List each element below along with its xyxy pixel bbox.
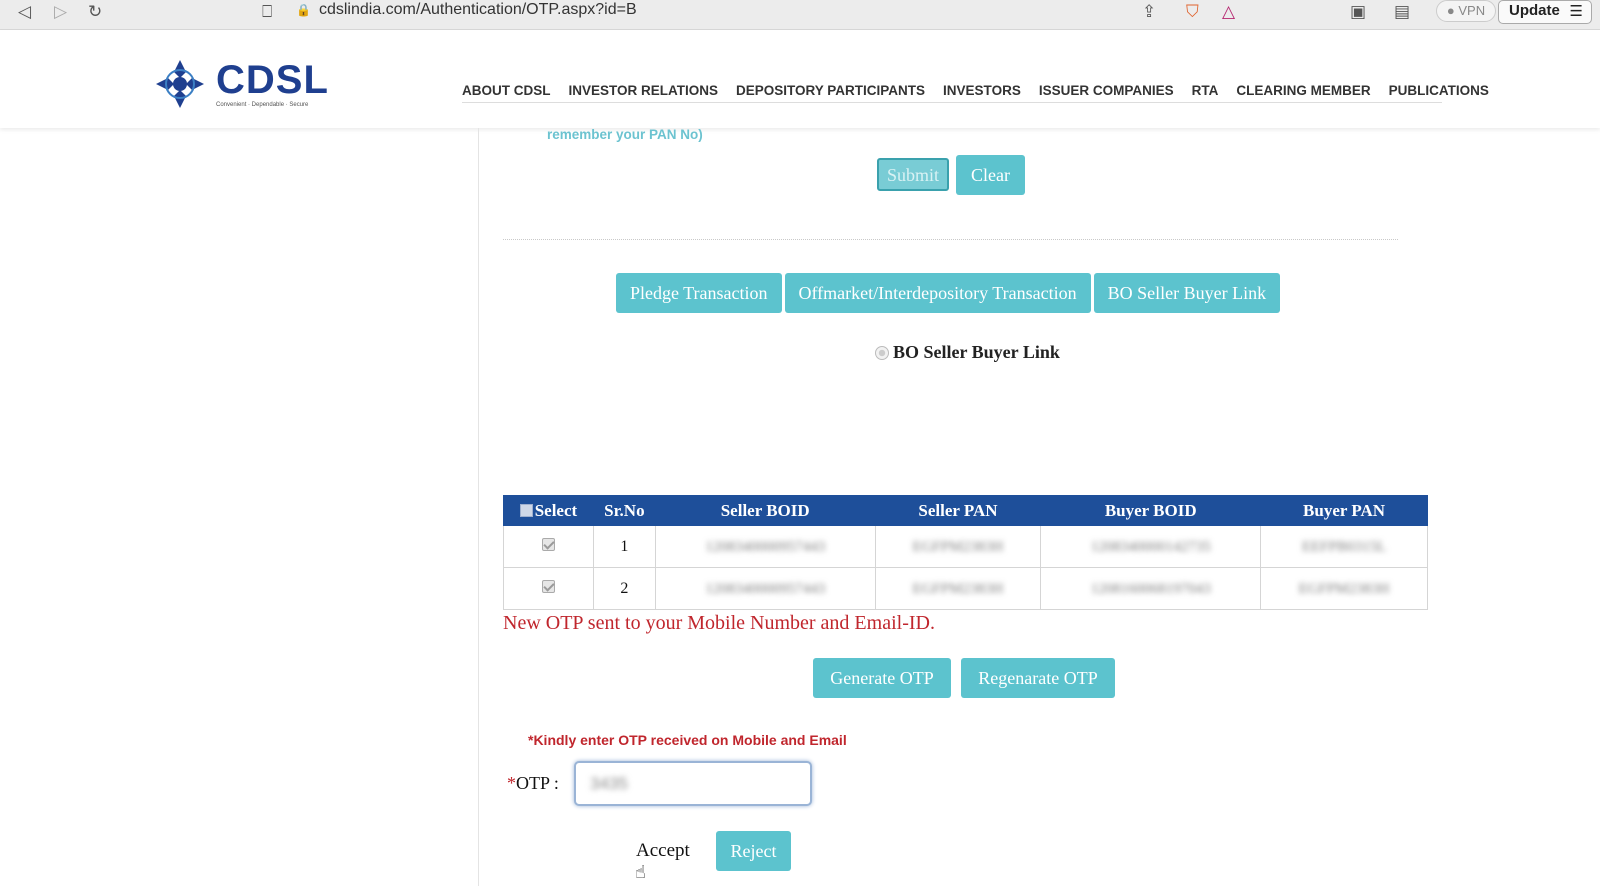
bookmark-icon[interactable]: ⎕ [262,2,272,22]
cdsl-emblem-icon [156,60,204,108]
header-srno: Sr.No [592,495,656,526]
main-nav: ABOUT CDSL INVESTOR RELATIONS DEPOSITORY… [462,30,1507,100]
nav-about-cdsl[interactable]: ABOUT CDSL [462,83,551,98]
seller-pan-value: EGFPM2383H [912,538,1004,555]
tab-offmarket-transaction[interactable]: Offmarket/Interdepository Transaction [784,273,1091,313]
row-seller-boid: 1208340000957443 [654,525,876,568]
bo-seller-buyer-radio[interactable] [875,345,889,360]
tab-pledge-transaction[interactable]: Pledge Transaction [616,273,782,313]
nav-clearing-member[interactable]: CLEARING MEMBER [1236,83,1370,98]
sidebar-icon[interactable]: ▣ [1350,2,1366,22]
submit-button[interactable]: Submit [877,158,949,191]
menu-icon[interactable]: ☰ [1570,1,1583,21]
otp-label-text: OTP : [516,773,559,793]
row-buyer-boid: 1208160068197043 [1040,567,1262,610]
vpn-label: VPN [1458,3,1486,18]
transactions-table: Select Sr.No Seller BOID Seller PAN Buye… [503,495,1428,610]
section-divider [503,239,1398,240]
nav-divider [462,102,1442,103]
table-row: 1 1208340000957443 EGFPM2383H 1208340000… [503,525,1428,568]
browser-toolbar: ◁ ▷ ↻ ⎕ 🔒 cdslindia.com/Authentication/OT… [0,0,1600,30]
row-buyer-pan: EGFPM2383H [1260,567,1428,610]
buyer-pan-value: EGFPM2383H [1298,580,1390,597]
header-seller-boid: Seller BOID [654,495,876,526]
logo-text: CDSL [216,58,329,102]
bo-seller-buyer-radio-row: BO Seller Buyer Link [875,342,1060,363]
vpn-button[interactable]: ● VPN [1436,0,1496,22]
row-seller-pan: EGFPM2383H [874,567,1042,610]
required-star: * [507,773,516,793]
url-text: cdslindia.com/Authentication/OTP.aspx?id… [318,1,637,18]
pan-note: remember your PAN No) [547,127,703,142]
row-buyer-pan: EEFPB0315L [1260,525,1428,568]
share-icon[interactable]: ⇪ [1142,2,1156,22]
reload-icon[interactable]: ↻ [88,2,102,22]
bo-seller-buyer-radio-label: BO Seller Buyer Link [893,342,1060,362]
nav-depository-participants[interactable]: DEPOSITORY PARTICIPANTS [736,83,925,98]
row-buyer-boid: 1208340000142735 [1040,525,1262,568]
buyer-pan-value: EEFPB0315L [1301,538,1387,555]
nav-issuer-companies[interactable]: ISSUER COMPANIES [1039,83,1174,98]
accept-button[interactable]: Accept [636,840,690,862]
table-row: 2 1208340000957443 EGFPM2383H 1208160068… [503,567,1428,610]
nav-rta[interactable]: RTA [1192,83,1219,98]
update-label: Update [1509,2,1560,19]
generate-otp-button[interactable]: Generate OTP [813,658,951,698]
row-select-cell [503,567,594,610]
buyer-boid-value: 1208340000142735 [1090,538,1211,555]
logo-tagline: Convenient · Dependable · Secure [216,102,309,108]
row-select-cell [503,525,594,568]
table-header-row: Select Sr.No Seller BOID Seller PAN Buye… [503,495,1428,526]
otp-label: *OTP : [507,773,559,794]
back-icon[interactable]: ◁ [18,2,31,22]
header-buyer-pan: Buyer PAN [1260,495,1428,526]
tab-bo-seller-buyer-link[interactable]: BO Seller Buyer Link [1093,273,1281,313]
buyer-boid-value: 1208160068197043 [1090,580,1211,597]
row-srno: 2 [592,567,656,610]
header-select: Select [503,495,594,526]
forward-icon[interactable]: ▷ [54,2,67,22]
otp-hint: *Kindly enter OTP received on Mobile and… [528,732,847,748]
row-checkbox[interactable] [541,579,555,593]
header-buyer-boid: Buyer BOID [1040,495,1262,526]
nav-investor-relations[interactable]: INVESTOR RELATIONS [569,83,719,98]
nav-publications[interactable]: PUBLICATIONS [1389,83,1489,98]
clear-button[interactable]: Clear [956,155,1025,195]
update-button[interactable]: Update ☰ [1498,0,1592,24]
reject-button[interactable]: Reject [716,831,791,871]
nav-investors[interactable]: INVESTORS [943,83,1021,98]
transaction-tabs: Pledge Transaction Offmarket/Interdeposi… [616,273,1283,313]
row-checkbox[interactable] [541,537,555,551]
lock-icon: 🔒 [296,3,311,17]
header-select-label: Select [534,500,578,520]
select-all-checkbox[interactable] [519,503,533,517]
content-divider [478,128,479,886]
regenerate-otp-button[interactable]: Regenarate OTP [961,658,1115,698]
site-header: CDSL Convenient · Dependable · Secure AB… [0,30,1600,128]
seller-boid-value: 1208340000957443 [705,538,826,555]
seller-pan-value: EGFPM2383H [912,580,1004,597]
address-bar[interactable]: 🔒 cdslindia.com/Authentication/OTP.aspx?i… [296,0,1226,24]
brave-rewards-icon[interactable]: △ [1222,2,1235,22]
header-seller-pan: Seller PAN [874,495,1042,526]
otp-sent-message: New OTP sent to your Mobile Number and E… [503,612,935,634]
row-seller-boid: 1208340000957443 [654,567,876,610]
row-seller-pan: EGFPM2383H [874,525,1042,568]
cdsl-logo[interactable]: CDSL Convenient · Dependable · Secure [152,56,328,112]
wallet-icon[interactable]: ▤ [1394,2,1410,22]
seller-boid-value: 1208340000957443 [705,580,826,597]
hand-cursor-icon: ☝ [635,862,646,883]
brave-shield-icon[interactable]: ⛉ [1186,2,1199,22]
row-srno: 1 [592,525,656,568]
otp-input-value: 3435 [590,774,628,793]
